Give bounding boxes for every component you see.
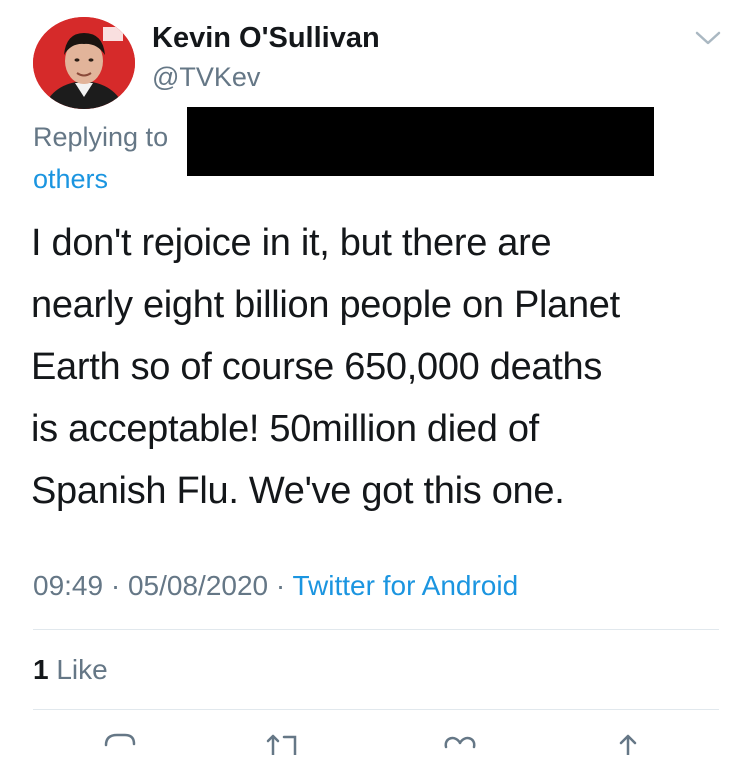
- meta-separator: ·: [268, 570, 293, 601]
- redaction-block: [187, 107, 654, 176]
- likes-label: Like: [48, 654, 108, 685]
- divider: [33, 709, 719, 710]
- avatar[interactable]: [33, 17, 135, 109]
- tweet-text-line: I don't rejoice in it, but there are: [31, 222, 552, 264]
- likes-stat[interactable]: 1 Like: [33, 654, 108, 686]
- share-icon[interactable]: [608, 725, 648, 755]
- replying-to-others-link[interactable]: others: [33, 164, 108, 195]
- tweet-text: I don't rejoice in it, but there are nea…: [31, 212, 731, 522]
- replying-to-label: Replying to: [33, 122, 169, 152]
- tweet-date[interactable]: 05/08/2020: [128, 570, 268, 601]
- user-handle[interactable]: @TVKev: [152, 62, 260, 93]
- divider: [33, 629, 719, 630]
- likes-count: 1: [33, 654, 49, 685]
- heart-icon[interactable]: [440, 725, 480, 755]
- retweet-icon[interactable]: [264, 725, 304, 757]
- reply-icon[interactable]: [100, 725, 140, 755]
- tweet-text-line: is acceptable! 50million died of: [31, 408, 539, 450]
- tweet-time[interactable]: 09:49: [33, 570, 103, 601]
- meta-separator: ·: [103, 570, 128, 601]
- profile-photo: [33, 17, 135, 109]
- tweet-text-line: Spanish Flu. We've got this one.: [31, 470, 565, 512]
- tweet-text-line: Earth so of course 650,000 deaths: [31, 346, 603, 388]
- chevron-down-icon[interactable]: [692, 26, 724, 50]
- tweet-text-line: nearly eight billion people on Planet: [31, 284, 620, 326]
- tweet-meta: 09:49 · 05/08/2020 · Twitter for Android: [33, 570, 518, 602]
- display-name[interactable]: Kevin O'Sullivan: [152, 22, 380, 55]
- tweet-source-link[interactable]: Twitter for Android: [293, 570, 519, 601]
